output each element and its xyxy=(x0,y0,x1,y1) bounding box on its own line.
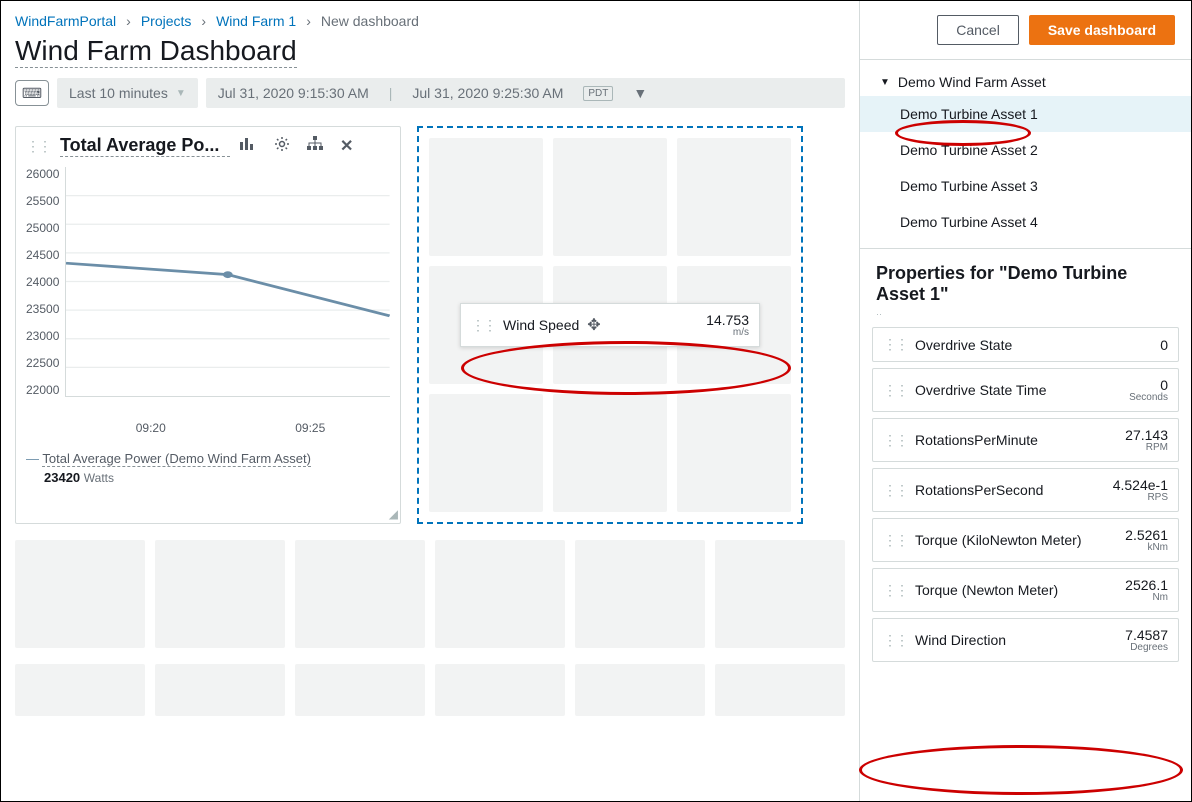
chevron-right-icon: › xyxy=(126,13,131,29)
grid-row xyxy=(15,540,845,648)
widget-title[interactable]: Total Average Po... xyxy=(60,135,230,157)
drag-handle-icon: ⋮⋮ xyxy=(471,317,495,334)
grid-cell[interactable] xyxy=(575,664,705,716)
properties-list: ⋮⋮ Overdrive State 0 ⋮⋮ Overdrive State … xyxy=(860,319,1191,801)
drag-handle-icon[interactable]: ⋮⋮ xyxy=(883,582,907,599)
breadcrumb-link-root[interactable]: WindFarmPortal xyxy=(15,13,116,29)
drag-handle-icon[interactable]: ⋮⋮ xyxy=(883,482,907,499)
breadcrumb-link-projects[interactable]: Projects xyxy=(141,13,192,29)
grid-cell[interactable] xyxy=(575,540,705,648)
chevron-right-icon: › xyxy=(201,13,206,29)
breadcrumb-current: New dashboard xyxy=(321,13,419,29)
tree-root[interactable]: ▼ Demo Wind Farm Asset xyxy=(860,68,1191,96)
asset-tree: ▼ Demo Wind Farm Asset Demo Turbine Asse… xyxy=(860,60,1191,248)
close-icon[interactable]: ✕ xyxy=(340,136,353,157)
tree-item-turbine-2[interactable]: Demo Turbine Asset 2 xyxy=(860,132,1191,168)
property-row[interactable]: ⋮⋮ Overdrive State 0 xyxy=(872,327,1179,362)
hierarchy-icon[interactable] xyxy=(306,136,324,157)
time-range-label: Last 10 minutes xyxy=(69,85,168,101)
grid-cell[interactable] xyxy=(715,540,845,648)
resize-handle-icon[interactable]: ◢ xyxy=(389,507,398,521)
time-range-display[interactable]: Jul 31, 2020 9:15:30 AM | Jul 31, 2020 9… xyxy=(206,78,845,108)
grid-cell[interactable] xyxy=(295,664,425,716)
drop-cell[interactable] xyxy=(429,138,543,256)
caret-down-icon: ▼ xyxy=(176,88,186,99)
tree-item-turbine-4[interactable]: Demo Turbine Asset 4 xyxy=(860,204,1191,240)
property-row[interactable]: ⋮⋮ Overdrive State Time 0Seconds xyxy=(872,368,1179,412)
x-axis-labels: 09:20 09:25 xyxy=(71,421,390,435)
chip-label: Wind Speed xyxy=(503,317,579,333)
time-range-selector[interactable]: Last 10 minutes ▼ xyxy=(57,78,198,108)
page-title[interactable]: Wind Farm Dashboard xyxy=(15,35,297,68)
property-row[interactable]: ⋮⋮ Torque (Newton Meter) 2526.1Nm xyxy=(872,568,1179,612)
legend-unit: Watts xyxy=(84,471,114,485)
drop-cell[interactable] xyxy=(677,138,791,256)
grid-cell[interactable] xyxy=(155,540,285,648)
tree-item-turbine-3[interactable]: Demo Turbine Asset 3 xyxy=(860,168,1191,204)
drop-cell[interactable] xyxy=(677,394,791,512)
grid-cell[interactable] xyxy=(15,664,145,716)
legend-series-name: Total Average Power (Demo Wind Farm Asse… xyxy=(42,451,311,467)
caret-down-icon: ▼ xyxy=(880,77,890,88)
property-row[interactable]: ⋮⋮ RotationsPerMinute 27.143RPM xyxy=(872,418,1179,462)
drop-cell[interactable] xyxy=(553,138,667,256)
grid-cell[interactable] xyxy=(435,664,565,716)
chart: 26000 25500 25000 24500 24000 23500 2300… xyxy=(26,167,390,417)
grid-row xyxy=(15,664,845,716)
keyboard-icon[interactable]: ⌨ xyxy=(15,80,49,106)
chevron-right-icon: › xyxy=(306,13,311,29)
time-to: Jul 31, 2020 9:25:30 AM xyxy=(412,85,563,101)
dragging-property-chip[interactable]: ⋮⋮ Wind Speed ✥ 14.753 m/s xyxy=(460,303,760,347)
chart-type-icon[interactable] xyxy=(240,136,258,157)
drag-handle-icon[interactable]: ⋮⋮ xyxy=(883,336,907,353)
drag-handle-icon[interactable]: ⋮⋮ xyxy=(883,632,907,649)
dashboard-dropzone[interactable]: ⋮⋮ Wind Speed ✥ 14.753 m/s xyxy=(417,126,803,524)
breadcrumb-link-windfarm[interactable]: Wind Farm 1 xyxy=(216,13,296,29)
drag-handle-icon[interactable]: ⋮⋮ xyxy=(883,382,907,399)
drop-cell[interactable] xyxy=(429,394,543,512)
chart-legend: — Total Average Power (Demo Wind Farm As… xyxy=(26,451,390,485)
caret-down-icon: ▼ xyxy=(633,85,647,101)
drag-handle-icon[interactable]: ⋮⋮ xyxy=(883,532,907,549)
grid-cell[interactable] xyxy=(715,664,845,716)
time-from: Jul 31, 2020 9:15:30 AM xyxy=(218,85,369,101)
grid-cell[interactable] xyxy=(155,664,285,716)
chip-unit: m/s xyxy=(706,328,749,338)
legend-value: 23420 xyxy=(44,470,80,485)
cancel-button[interactable]: Cancel xyxy=(937,15,1019,45)
breadcrumb: WindFarmPortal › Projects › Wind Farm 1 … xyxy=(15,13,845,29)
plot-area xyxy=(65,167,390,397)
y-axis-labels: 26000 25500 25000 24500 24000 23500 2300… xyxy=(26,167,65,397)
grid-cell[interactable] xyxy=(15,540,145,648)
drag-handle-icon[interactable]: ⋮⋮ xyxy=(883,432,907,449)
property-row[interactable]: ⋮⋮ RotationsPerSecond 4.524e-1RPS xyxy=(872,468,1179,512)
property-row[interactable]: ⋮⋮ Wind Direction 7.4587Degrees xyxy=(872,618,1179,662)
save-dashboard-button[interactable]: Save dashboard xyxy=(1029,15,1175,45)
gear-icon[interactable] xyxy=(274,136,290,157)
chip-value: 14.753 xyxy=(706,312,749,328)
time-bar: ⌨ Last 10 minutes ▼ Jul 31, 2020 9:15:30… xyxy=(15,78,845,108)
timezone-badge: PDT xyxy=(583,86,613,101)
tree-item-turbine-1[interactable]: Demo Turbine Asset 1 xyxy=(860,96,1191,132)
widget-total-average-power[interactable]: ⋮⋮ Total Average Po... ✕ xyxy=(15,126,401,524)
tree-root-label: Demo Wind Farm Asset xyxy=(898,74,1046,90)
move-cursor-icon: ✥ xyxy=(587,315,600,335)
grid-cell[interactable] xyxy=(435,540,565,648)
properties-panel-title: Properties for "Demo Turbine Asset 1" xyxy=(860,248,1191,309)
grid-cell[interactable] xyxy=(295,540,425,648)
drop-cell[interactable] xyxy=(553,394,667,512)
property-row[interactable]: ⋮⋮ Torque (KiloNewton Meter) 2.5261kNm xyxy=(872,518,1179,562)
drag-handle-icon[interactable]: ⋮⋮ xyxy=(26,138,50,155)
